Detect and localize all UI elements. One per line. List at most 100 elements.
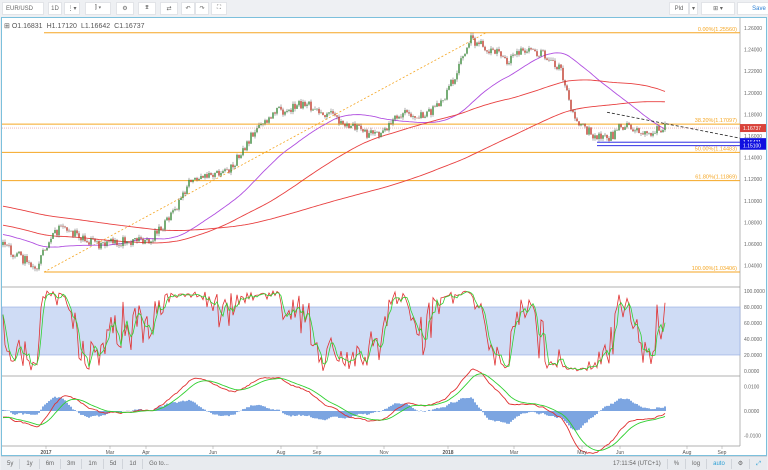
macd-histogram-bar	[196, 404, 198, 411]
candle	[396, 114, 398, 120]
candle	[494, 49, 496, 55]
macd-histogram-bar	[462, 398, 464, 411]
macd-histogram-bar	[80, 411, 82, 415]
macd-histogram-bar	[208, 411, 210, 412]
candle	[590, 127, 592, 135]
settings-gear-icon[interactable]: ⚙	[732, 458, 751, 469]
price-tick: 1.12000	[744, 177, 762, 183]
macd-histogram-bar	[488, 411, 490, 420]
candle	[478, 40, 480, 47]
macd-histogram-bar	[466, 398, 468, 411]
chart-canvas[interactable]: 1.260001.240001.220001.200001.180001.160…	[0, 0, 768, 470]
candle	[274, 111, 276, 116]
candle	[74, 228, 76, 238]
candle	[202, 175, 204, 179]
candle	[562, 65, 564, 82]
moving-average-200	[2, 101, 666, 231]
macd-histogram-bar	[68, 404, 70, 411]
candle	[598, 132, 600, 142]
macd-histogram-bar	[366, 411, 368, 415]
auto-toggle[interactable]: auto	[707, 458, 732, 469]
candle	[406, 109, 408, 114]
candle	[362, 128, 364, 134]
macd-histogram-bar	[368, 411, 370, 415]
candle	[128, 241, 130, 245]
macd-histogram-bar	[306, 411, 308, 417]
macd-histogram-bar	[624, 399, 626, 411]
candle	[4, 239, 6, 248]
candle	[144, 239, 146, 245]
range-1d[interactable]: 1d	[123, 458, 144, 469]
range-1m[interactable]: 1m	[82, 458, 104, 469]
candle	[554, 58, 556, 70]
candle	[392, 117, 394, 127]
macd-histogram-bar	[300, 411, 302, 416]
candle	[282, 107, 284, 117]
macd-histogram-bar	[530, 411, 532, 412]
candle	[546, 57, 548, 61]
macd-histogram-bar	[524, 411, 526, 414]
goto-button[interactable]: Go to...	[143, 459, 175, 469]
candle	[332, 109, 334, 115]
macd-histogram-bar	[46, 402, 48, 411]
candle	[64, 225, 66, 229]
macd-histogram-bar	[502, 411, 504, 423]
candle	[654, 131, 656, 135]
candle	[116, 238, 118, 248]
candle	[60, 224, 62, 228]
candle	[500, 51, 502, 59]
candle	[614, 128, 616, 140]
macd-histogram-bar	[360, 411, 362, 414]
candle	[474, 36, 476, 49]
candle	[376, 131, 378, 134]
macd-histogram-bar	[612, 403, 614, 411]
candle	[290, 108, 292, 115]
macd-histogram-bar	[582, 411, 584, 426]
macd-histogram-bar	[536, 411, 538, 414]
candle	[112, 236, 114, 245]
macd-histogram-bar	[636, 404, 638, 411]
candle	[208, 171, 210, 179]
candle	[400, 114, 402, 119]
macd-histogram-bar	[480, 409, 482, 411]
price-label-text: 1.16737	[743, 126, 761, 132]
range-6m[interactable]: 6m	[40, 458, 62, 469]
log-toggle[interactable]: log	[686, 458, 708, 469]
macd-histogram-bar	[232, 411, 234, 415]
macd-histogram-bar	[332, 411, 334, 417]
range-5d[interactable]: 5d	[104, 458, 124, 469]
range-3m[interactable]: 3m	[61, 458, 83, 469]
candle	[544, 49, 546, 61]
macd-histogram-bar	[226, 411, 228, 416]
macd-tick: 0.0000	[744, 409, 760, 415]
candle	[22, 253, 24, 266]
percent-toggle[interactable]: %	[668, 458, 687, 469]
price-tick: 1.26000	[744, 26, 762, 32]
candle	[508, 60, 510, 66]
macd-histogram-bar	[578, 411, 580, 430]
macd-histogram-bar	[276, 409, 278, 411]
macd-histogram-bar	[664, 406, 666, 411]
candle	[382, 127, 384, 134]
macd-histogram-bar	[634, 403, 636, 411]
macd-histogram-bar	[364, 411, 366, 414]
candle	[512, 52, 514, 58]
range-1y[interactable]: 1y	[20, 458, 40, 469]
candle	[250, 131, 252, 145]
price-tick: 1.04000	[744, 264, 762, 270]
macd-histogram-bar	[4, 410, 6, 411]
macd-histogram-bar	[292, 411, 294, 416]
crosshair-toggle-icon[interactable]: ⊞	[4, 23, 10, 30]
candle	[160, 225, 162, 231]
candle	[174, 206, 176, 212]
range-5y[interactable]: 5y	[1, 458, 21, 469]
macd-histogram-bar	[456, 401, 458, 411]
stoch-tick: 20.0000	[744, 353, 762, 359]
macd-histogram-bar	[464, 398, 466, 411]
maximize-icon[interactable]: ⤢	[750, 459, 767, 469]
candle	[600, 131, 602, 141]
candle	[310, 99, 312, 113]
macd-histogram-bar	[440, 407, 442, 411]
candle	[312, 108, 314, 111]
candle	[522, 47, 524, 52]
